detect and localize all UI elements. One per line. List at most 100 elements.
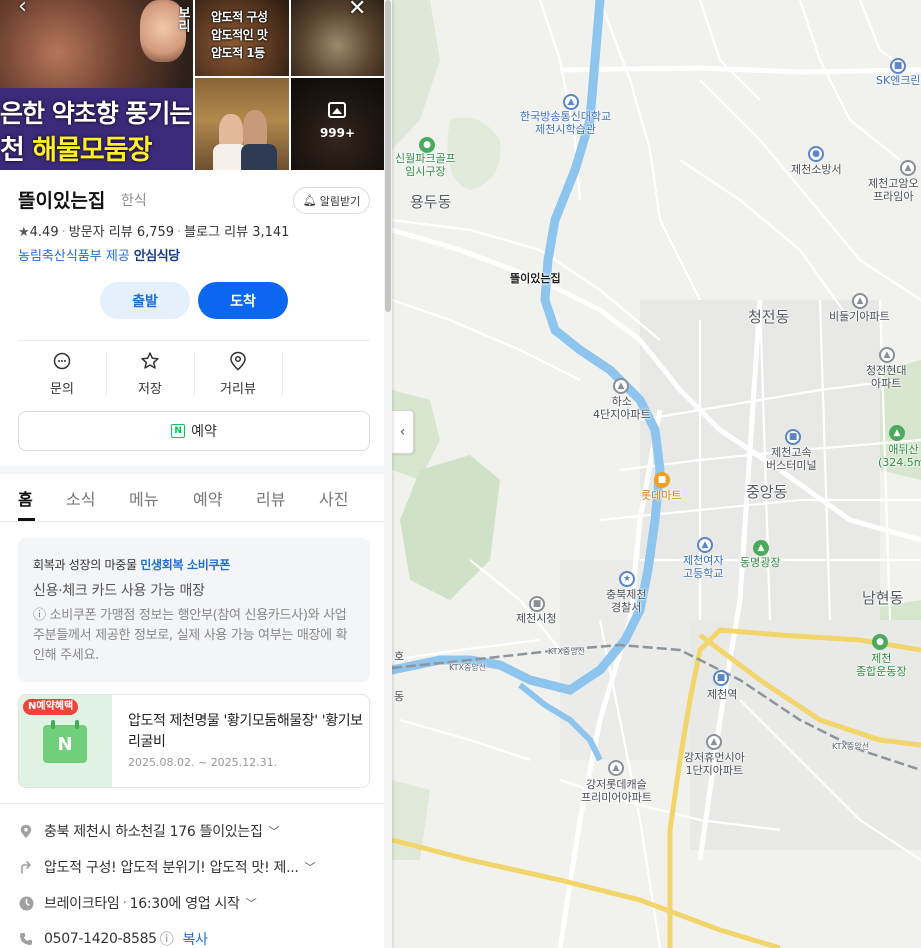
arrive-button[interactable]: 도착 — [198, 282, 288, 319]
photo-side-text: 보리 — [175, 6, 190, 32]
photo-caption-line2: 천 해물모둠장 — [0, 135, 152, 166]
save-button[interactable]: 저장 — [106, 350, 194, 402]
stadium-icon[interactable]: ● — [872, 634, 888, 650]
inquiry-button[interactable]: 문의 — [18, 350, 106, 402]
alarm-button[interactable]: 🔔︎ 알림받기 — [293, 187, 370, 214]
pin-label[interactable]: 뜰이있는집 — [510, 270, 561, 286]
plaza-icon[interactable]: ▲ — [753, 540, 769, 556]
more-photos-button[interactable]: 999+ — [291, 78, 384, 170]
scrollbar-thumb[interactable] — [385, 0, 391, 312]
school-icon[interactable]: ▲ — [697, 537, 713, 553]
map-label-mountain[interactable]: 애뒤산(324.5m) — [878, 443, 921, 469]
tab-reviews[interactable]: 리뷰 — [256, 486, 285, 510]
info-icon[interactable]: ⓘ — [160, 929, 174, 948]
bus-terminal-icon[interactable]: ■ — [785, 429, 801, 445]
coupon-note: ⓘ 소비쿠폰 가맹점 정보는 행안부(참여 신용카드사)와 사업주분들께서 제공… — [33, 608, 348, 663]
map-label-station[interactable]: 제천역 — [707, 688, 737, 701]
map-label-apt-lotte[interactable]: 강저롯데캐슬 프리미어아파트 — [581, 778, 652, 804]
map-label-apt-haso[interactable]: 하소 4단지아파트 — [593, 395, 651, 421]
mountain-icon[interactable]: ▲ — [889, 425, 905, 441]
action-label: 거리뷰 — [220, 382, 256, 397]
close-icon[interactable]: ✕ — [348, 0, 366, 21]
clock-icon — [18, 895, 34, 911]
train-station-icon[interactable]: ■ — [713, 670, 729, 686]
promo-thumbnail: N예약혜택 N — [19, 695, 112, 787]
main-photo[interactable]: 보리 은한 약초향 풍기는 천 해물모둠장 — [0, 0, 193, 170]
mart-icon[interactable]: ■ — [654, 472, 670, 488]
coupon-title: 회복과 성장의 마중물 민생회복 소비쿠폰 — [33, 558, 231, 572]
district-jungang: 중앙동 — [746, 483, 788, 501]
gas-station-icon[interactable]: ■ — [890, 58, 906, 74]
tab-home[interactable]: 홈 — [18, 486, 33, 510]
collapse-panel-button[interactable]: ‹ — [392, 410, 414, 454]
chevron-down-icon: ﹀ — [268, 825, 280, 838]
tab-menu[interactable]: 메뉴 — [129, 486, 158, 510]
tab-reservation[interactable]: 예약 — [193, 486, 222, 510]
map-label-girls-school[interactable]: 제천여자 고등학교 — [683, 554, 723, 580]
tab-news[interactable]: 소식 — [66, 486, 95, 510]
map-label-apt-pigeon[interactable]: 비둘기아파트 — [829, 310, 890, 323]
map-label-apt-gangjeo[interactable]: 강저휴먼시아 1단지아파트 — [684, 751, 745, 777]
depart-button[interactable]: 출발 — [100, 282, 190, 319]
city-hall-icon[interactable]: ■ — [529, 596, 545, 612]
map-label-stadium[interactable]: 제천 종합운동장 — [856, 652, 907, 678]
map-label-police[interactable]: 충북제천 경찰서 — [606, 588, 646, 614]
directions-row[interactable]: 압도적 구성! 압도적 분위기! 압도적 맛! 제... ﹀ — [18, 857, 378, 877]
photo-gallery[interactable]: 보리 은한 약초향 풍기는 천 해물모둠장 압도적 구성 압도적인 맛 압도적 … — [0, 0, 384, 170]
photo-thumb[interactable] — [291, 0, 384, 76]
active-tab-indicator — [18, 518, 35, 521]
golf-icon[interactable]: ● — [419, 137, 435, 153]
address-row[interactable]: 충북 제천시 하소천길 176 뜰이있는집 ﹀ — [18, 821, 378, 841]
photo-thumb[interactable] — [195, 78, 289, 170]
apartment-icon[interactable]: ▲ — [608, 760, 624, 776]
panel-scrollbar[interactable] — [384, 0, 392, 948]
map-label-lotte[interactable]: 롯데마트 — [641, 489, 681, 502]
map-label-ktx: KTX중앙선 — [548, 647, 586, 656]
cert-provider-link[interactable]: 농림축산식품부 제공 — [18, 249, 130, 264]
map-label-cityhall[interactable]: 제천시청 — [516, 612, 556, 625]
photo-thumb-text: 압도적 구성 — [211, 10, 268, 24]
map-label-ktx: KTX중앙선 — [832, 742, 870, 751]
tab-photos[interactable]: 사진 — [319, 486, 348, 510]
map-label-golf[interactable]: 신월파크골프 임시구장 — [395, 152, 456, 178]
star-icon: ★ — [18, 225, 30, 240]
school-icon[interactable]: ▲ — [900, 160, 916, 176]
coupon-subtitle: 신용·체크 카드 사용 가능 매장 — [33, 583, 205, 599]
visitor-reviews-link[interactable]: 방문자 리뷰 6,759 — [69, 225, 174, 240]
map-label-plaza[interactable]: 동명광장 — [740, 556, 780, 569]
map-label-terminal[interactable]: 제천고속 버스터미널 — [766, 446, 817, 472]
photo-thumb-text: 압도적인 맛 — [211, 28, 268, 42]
street-view-button[interactable]: 거리뷰 — [194, 350, 282, 402]
action-label: 문의 — [50, 382, 74, 397]
copy-phone-button[interactable]: 복사 — [183, 929, 208, 948]
back-chevron-icon[interactable]: ‹ — [18, 0, 27, 19]
apartment-icon[interactable]: ▲ — [879, 347, 895, 363]
directions-text: 압도적 구성! 압도적 분위기! 압도적 맛! 제... — [44, 860, 299, 876]
place-category: 한식 — [121, 193, 147, 209]
photo-thumb[interactable]: 압도적 구성 압도적인 맛 압도적 1등 — [195, 0, 289, 76]
map-label-sk[interactable]: SK엔크린 — [876, 74, 921, 87]
photo-count: 999+ — [319, 126, 356, 140]
promo-date: 2025.08.02. ~ 2025.12.31. — [128, 756, 278, 769]
map-label-ktx: KTX중앙선 — [449, 663, 487, 672]
university-icon[interactable]: ▲ — [563, 94, 579, 110]
map-label-school[interactable]: 제천고암오 프라임아 — [868, 177, 919, 203]
phone-row[interactable]: 0507-1420-8585 ⓘ 복사 — [18, 929, 378, 948]
reserve-button[interactable]: N 예약 — [18, 411, 370, 451]
apartment-icon[interactable]: ▲ — [706, 734, 722, 750]
blog-reviews-link[interactable]: 블로그 리뷰 3,141 — [184, 225, 289, 240]
chat-icon — [51, 350, 73, 372]
rating-value: 4.49 — [29, 225, 59, 240]
fire-station-icon[interactable]: ● — [808, 146, 824, 162]
review-stats: ★4.49 · 방문자 리뷰 6,759 · 블로그 리뷰 3,141 — [18, 225, 290, 240]
police-icon[interactable]: ★ — [619, 571, 635, 587]
break-time-value: 16:30에 영업 시작 — [129, 896, 240, 912]
business-hours-row[interactable]: 브레이크타임 · 16:30에 영업 시작 ﹀ — [18, 893, 378, 913]
apartment-icon[interactable]: ▲ — [613, 378, 629, 394]
map-label-apt-cheongjeon[interactable]: 청전현대 아파트 — [866, 364, 906, 390]
reservation-promo-card[interactable]: N예약혜택 N 압도적 제천명물 '황기모둠해물장' '황기보리굴비 2025.… — [18, 694, 370, 788]
apartment-icon[interactable]: ▲ — [852, 293, 868, 309]
map-label-university[interactable]: 한국방송통신대학교 제천시학습관 — [520, 110, 611, 136]
certification: 농림축산식품부 제공 안심식당 — [18, 245, 180, 264]
map-label-fire-station[interactable]: 제천소방서 — [791, 163, 842, 176]
